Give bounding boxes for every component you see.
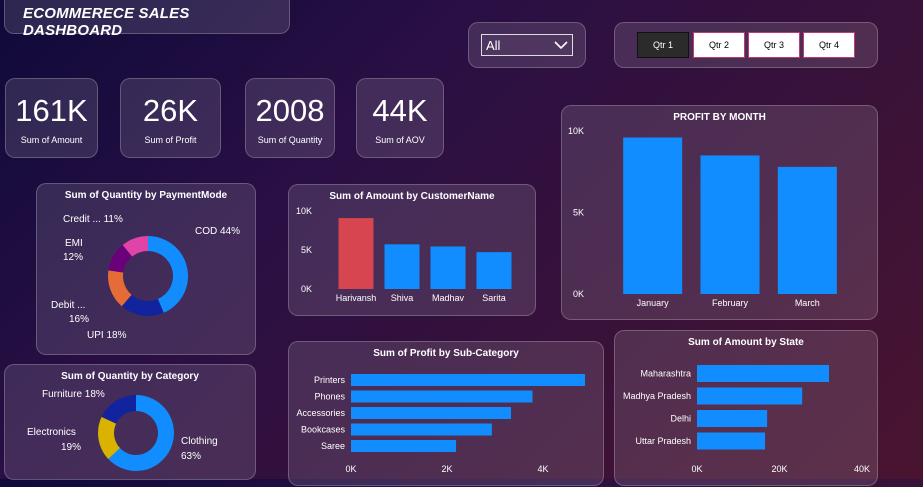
bar-saree [351,440,457,452]
category-label: Uttar Pradesh [635,436,691,446]
x-tick-label: 40K [854,464,870,474]
y-tick-label: 5K [573,208,584,218]
kpi-label: Sum of AOV [375,135,425,145]
kpi-label: Sum of Profit [144,135,197,145]
x-tick-label: 2K [441,464,452,474]
category-panel: Sum of Quantity by Category Clothing 63%… [4,364,256,480]
bar-february [700,155,760,294]
bar-accessories [351,407,511,419]
y-tick-label: 0K [573,289,584,299]
bar-madhav [430,246,466,289]
customer-bar-chart: 10K 5K 0K Harivansh Shiva Madhav Sarita [296,206,512,303]
x-tick-label: Sarita [482,293,506,303]
label-debit: Debit ... [51,300,85,311]
label-electronics-pct: 19% [61,442,81,453]
category-label: Accessories [296,408,345,418]
kpi-label: Sum of Quantity [257,135,323,145]
dropdown-value: All [486,38,501,53]
y-tick-label: 5K [301,245,312,255]
kpi-card-quantity: 2008 Sum of Quantity [245,78,335,158]
qtr-4-button[interactable]: Qtr 4 [803,32,855,58]
quarter-slicer: Qtr 1 Qtr 2 Qtr 3 Qtr 4 [614,22,878,68]
x-tick-label: 20K [771,464,787,474]
category-label: Printers [314,375,346,385]
profit-month-panel: PROFIT BY MONTH 10K 5K 0K January February Ma… [561,105,878,320]
category-label: Phones [314,392,345,402]
label-debit-pct: 16% [69,314,89,325]
bar-printers [351,374,585,386]
kpi-value: 2008 [255,93,325,128]
x-tick-label: 4K [537,464,548,474]
customer-amount-panel: Sum of Amount by CustomerName 10K 5K 0K Har… [288,184,536,316]
bar-madhya-pradesh [697,387,803,405]
label-clothing: Clothing [181,436,218,447]
label-electronics: Electronics [27,427,76,438]
subcategory-bar-chart: Printers Phones Accessories Bookcases Saree 0… [296,374,585,474]
x-tick-label: 0K [691,464,702,474]
bar-harivansh [338,218,374,289]
bar-shiva [384,244,420,289]
filter-panel: All [468,22,586,68]
x-tick-label: Shiva [391,293,414,303]
x-tick-label: 0K [345,464,356,474]
label-cod: COD 44% [195,226,240,237]
x-tick-label: March [795,298,820,308]
label-emi: EMI [65,238,83,249]
bar-maharashtra [697,365,829,382]
kpi-card-aov: 44K Sum of AOV [356,78,444,158]
title-panel: ECOMMERECE SALES DASHBOARD [4,0,290,39]
label-furniture: Furniture 18% [42,389,105,400]
label-emi-pct: 12% [63,252,83,263]
kpi-card-amount: 161K Sum of Amount [5,78,98,158]
kpi-card-profit: 26K Sum of Profit [120,78,221,158]
payment-mode-donut: COD 44% UPI 18% Debit ... 16% EMI 12% Cr… [51,214,240,341]
x-tick-label: February [712,298,749,308]
kpi-label: Sum of Amount [20,135,83,145]
bar-phones [351,390,533,403]
qtr-3-button[interactable]: Qtr 3 [748,32,800,58]
bar-sarita [476,252,512,289]
category-label: Madhya Pradesh [623,391,691,401]
x-tick-label: January [637,298,670,308]
label-credit: Credit ... 11% [63,214,123,225]
x-tick-label: Madhav [432,293,465,303]
category-label: Saree [321,441,345,451]
y-tick-label: 10K [568,126,584,136]
chevron-down-icon [554,41,568,50]
category-donut: Clothing 63% Electronics 19% Furniture 1… [27,389,218,471]
state-bar-chart: Maharashtra Madhya Pradesh Delhi Uttar Prad… [623,365,870,474]
dashboard-title: ECOMMERECE SALES DASHBOARD [23,5,190,39]
y-tick-label: 10K [296,206,312,216]
payment-mode-panel: Sum of Quantity by PaymentMode COD 44% U… [36,183,256,355]
qtr-1-button[interactable]: Qtr 1 [637,32,689,58]
category-label: Maharashtra [640,369,691,379]
label-clothing-pct: 63% [181,451,201,462]
state-panel: Sum of Amount by State Maharashtra Madhya… [614,330,878,486]
category-label: Bookcases [301,425,346,435]
filter-dropdown[interactable]: All [481,34,573,56]
y-tick-label: 0K [301,284,312,294]
label-upi: UPI 18% [87,330,127,341]
bar-bookcases [351,423,492,436]
subcategory-panel: Sum of Profit by Sub-Category Printers Ph… [288,341,604,486]
bar-march [777,166,837,294]
category-label: Delhi [670,414,691,424]
month-bar-chart: 10K 5K 0K January February March [568,126,837,308]
x-tick-label: Harivansh [336,293,377,303]
bar-uttar-pradesh [697,432,766,450]
kpi-value: 26K [142,93,199,128]
kpi-value: 161K [15,93,88,128]
bar-january [623,137,683,294]
kpi-value: 44K [372,93,428,128]
qtr-2-button[interactable]: Qtr 2 [693,32,745,58]
bar-delhi [697,410,768,427]
